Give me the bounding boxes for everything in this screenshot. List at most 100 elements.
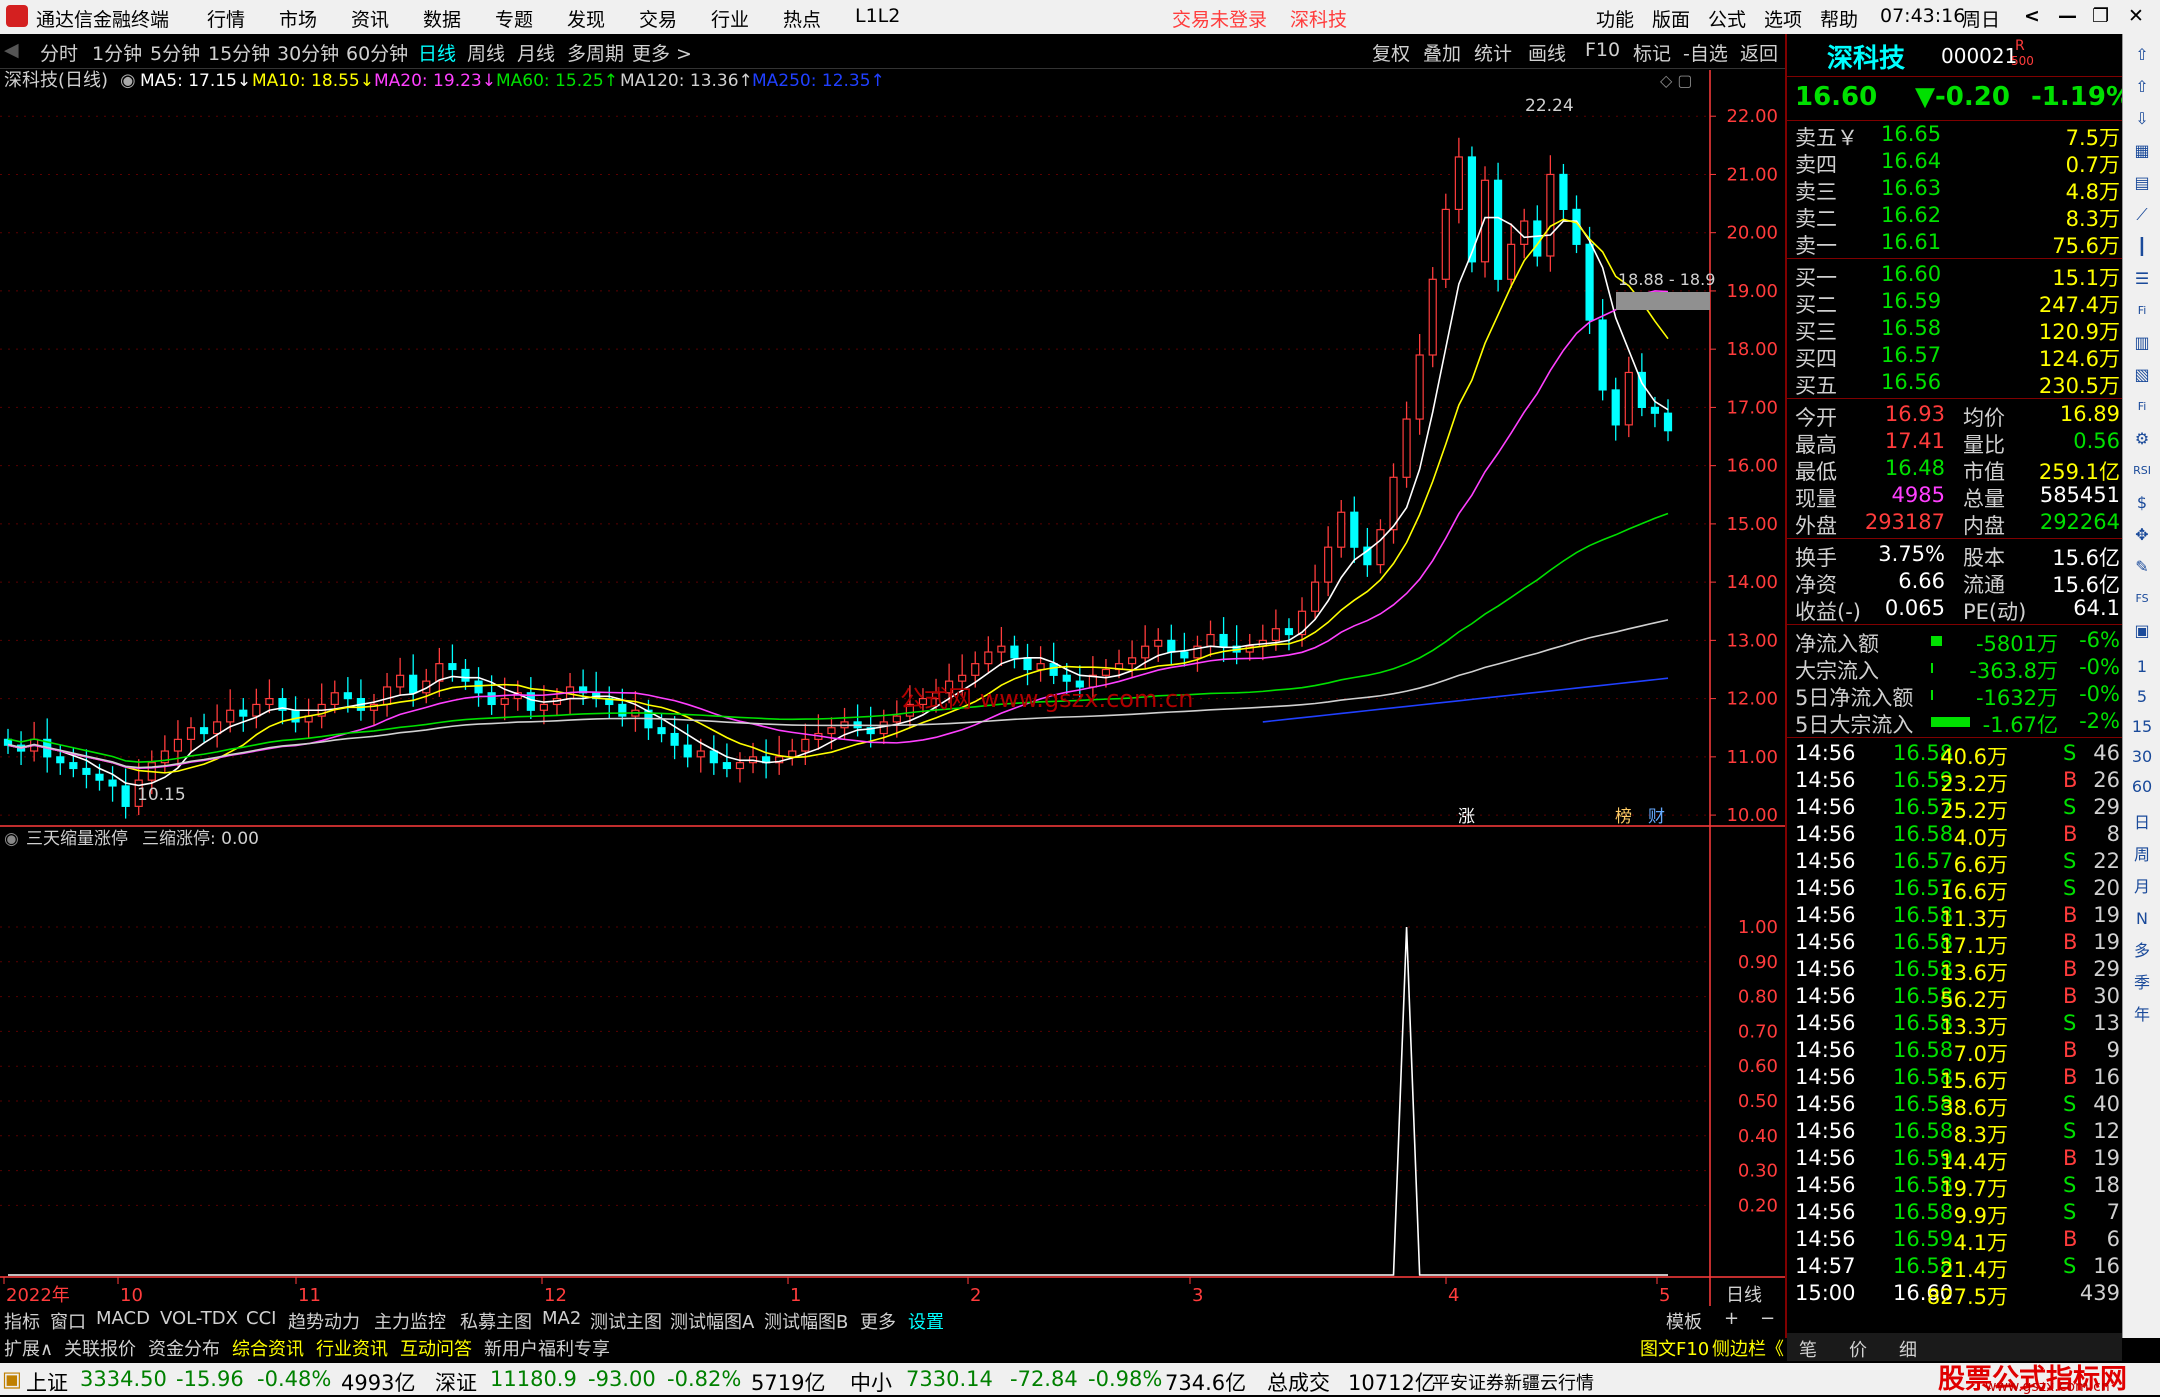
table-icon[interactable]: ▥ xyxy=(2129,330,2155,356)
fin-icon[interactable]: Fi xyxy=(2129,298,2155,324)
period-shortcut-button[interactable]: 季 xyxy=(2129,970,2155,996)
tool-f10[interactable]: F10 xyxy=(1585,39,1620,61)
back-icon[interactable]: < xyxy=(2024,5,2040,27)
side-panel-toggle[interactable]: 图文F10 xyxy=(1640,1335,1709,1361)
up-arrow-icon[interactable]: ⇧ xyxy=(2129,42,2155,68)
period-shortcut-button[interactable]: 年 xyxy=(2129,1002,2155,1028)
dollar-icon[interactable]: $ xyxy=(2129,490,2155,516)
bid-row[interactable]: 买一 16.60 15.1万 xyxy=(1795,262,2120,290)
indicator-tab[interactable]: MACD xyxy=(96,1308,150,1329)
down-outline-icon[interactable]: ⇩ xyxy=(2129,106,2155,132)
collapse-icon[interactable]: ◀ xyxy=(4,39,19,61)
ask-row[interactable]: 卖一 16.61 75.6万 xyxy=(1795,230,2120,258)
chart-settings-icon[interactable]: ◉ xyxy=(120,70,136,91)
template-control[interactable]: − xyxy=(1760,1308,1775,1329)
indicator-tab[interactable]: CCI xyxy=(246,1308,276,1329)
settings-icon[interactable]: ⚙ xyxy=(2129,426,2155,452)
period-1min[interactable]: 1分钟 xyxy=(92,39,142,66)
indicator-tab[interactable]: 指标 xyxy=(4,1308,40,1334)
menu-shichang[interactable]: 市场 xyxy=(279,5,317,32)
candle-icon[interactable]: ┃ xyxy=(2129,234,2155,260)
tool-zixuan[interactable]: -自选 xyxy=(1683,39,1728,66)
ask-row[interactable]: 卖三 16.63 4.8万 xyxy=(1795,176,2120,204)
tool-tongji[interactable]: 统计 xyxy=(1474,39,1512,66)
period-shortcut-button[interactable]: 日 xyxy=(2129,810,2155,836)
period-shortcut-button[interactable]: 周 xyxy=(2129,842,2155,868)
bid-row[interactable]: 买三 16.58 120.9万 xyxy=(1795,316,2120,344)
menu-l1l2[interactable]: L1L2 xyxy=(855,5,900,27)
indicator-tab[interactable]: 设置 xyxy=(908,1308,944,1334)
tool-biaoji[interactable]: 标记 xyxy=(1633,39,1671,66)
tool-fuquan[interactable]: 复权 xyxy=(1372,39,1410,66)
period-30min[interactable]: 30分钟 xyxy=(277,39,339,66)
side-panel-toggle[interactable]: 侧边栏《 xyxy=(1712,1335,1784,1361)
period-number-button[interactable]: 30 xyxy=(2129,744,2155,770)
template-control[interactable]: + xyxy=(1724,1308,1739,1329)
flag-zhang[interactable]: 涨 xyxy=(1458,807,1475,827)
menu-gongshi[interactable]: 公式 xyxy=(1708,5,1746,32)
period-monthly[interactable]: 月线 xyxy=(517,39,555,66)
fi-icon[interactable]: Fi xyxy=(2129,394,2155,420)
ask-row[interactable]: 卖二 16.62 8.3万 xyxy=(1795,203,2120,231)
period-number-button[interactable]: 60 xyxy=(2129,774,2155,800)
info-tab[interactable]: 资金分布 xyxy=(148,1335,220,1361)
info-tab[interactable]: 互动问答 xyxy=(400,1335,472,1361)
screen-icon[interactable]: ▣ xyxy=(2129,618,2155,644)
tool-fanhui[interactable]: 返回 xyxy=(1740,39,1778,66)
indicator-tab[interactable]: 测试主图 xyxy=(590,1308,662,1334)
indicator-settings-icon[interactable]: ◉ xyxy=(4,829,19,849)
period-number-button[interactable]: 15 xyxy=(2129,714,2155,740)
indicator-tab[interactable]: 主力监控 xyxy=(374,1308,446,1334)
indicator-tab[interactable]: 私募主图 xyxy=(460,1308,532,1334)
info-tab[interactable]: 新用户福利专享 xyxy=(484,1335,610,1361)
restore-icon[interactable]: ❐ xyxy=(2092,5,2109,27)
minimize-icon[interactable]: — xyxy=(2058,5,2077,27)
period-60min[interactable]: 60分钟 xyxy=(346,39,408,66)
period-shortcut-button[interactable]: N xyxy=(2129,906,2155,932)
doc-icon[interactable]: ▧ xyxy=(2129,362,2155,388)
quote-side-tab[interactable]: 笔 xyxy=(1799,1336,1817,1362)
period-shortcut-button[interactable]: 月 xyxy=(2129,874,2155,900)
indicator-tab[interactable]: 趋势动力 xyxy=(288,1308,360,1334)
grid-icon[interactable]: ▤ xyxy=(2129,170,2155,196)
indicator-tab[interactable]: VOL-TDX xyxy=(160,1308,238,1329)
period-weekly[interactable]: 周线 xyxy=(467,39,505,66)
period-number-button[interactable]: 1 xyxy=(2129,654,2155,680)
list-icon[interactable]: ☰ xyxy=(2129,266,2155,292)
menu-gongneng[interactable]: 功能 xyxy=(1596,5,1634,32)
bid-row[interactable]: 买二 16.59 247.4万 xyxy=(1795,289,2120,317)
fs-icon[interactable]: FS xyxy=(2129,586,2155,612)
indicator-tab[interactable]: 测试幅图B xyxy=(764,1308,848,1334)
calendar-icon[interactable]: ▦ xyxy=(2129,138,2155,164)
kline-chart[interactable]: 22.0021.0020.0019.0018.0017.0016.0015.00… xyxy=(0,70,1785,1318)
flow-row[interactable]: 大宗流入 -363.8万 -0% xyxy=(1795,655,2120,683)
menu-faxian[interactable]: 发现 xyxy=(567,5,605,32)
menu-shuju[interactable]: 数据 xyxy=(423,5,461,32)
info-tab[interactable]: 扩展∧ xyxy=(4,1335,53,1361)
indicator-tab[interactable]: 测试幅图A xyxy=(670,1308,754,1334)
menu-zhuanti[interactable]: 专题 xyxy=(495,5,533,32)
close-icon[interactable]: ✕ xyxy=(2128,5,2144,27)
flow-row[interactable]: 净流入额 -5801万 -6% xyxy=(1795,628,2120,656)
status-icon[interactable]: ▣ xyxy=(2,1367,22,1391)
menu-bangzhu[interactable]: 帮助 xyxy=(1820,5,1858,32)
info-tab[interactable]: 行业资讯 xyxy=(316,1335,388,1361)
flag-bang[interactable]: 榜 xyxy=(1615,807,1632,827)
info-tab[interactable]: 关联报价 xyxy=(64,1335,136,1361)
indicator-tab[interactable]: 窗口 xyxy=(50,1308,86,1334)
info-tab[interactable]: 综合资讯 xyxy=(232,1335,304,1361)
period-daily[interactable]: 日线 xyxy=(418,39,456,66)
indicator-tab[interactable]: MA2 xyxy=(542,1308,581,1329)
ask-row[interactable]: 卖五￥ 16.65 7.5万 xyxy=(1795,122,2120,150)
rsi-icon[interactable]: RSI xyxy=(2129,458,2155,484)
up-outline-icon[interactable]: ⇧ xyxy=(2129,74,2155,100)
line-chart-icon[interactable]: ⟋ xyxy=(2129,202,2155,228)
chart-option-icon[interactable]: ◇ ▢ xyxy=(1660,71,1693,90)
period-15min[interactable]: 15分钟 xyxy=(208,39,270,66)
period-fenshi[interactable]: 分时 xyxy=(40,39,78,66)
bid-row[interactable]: 买四 16.57 124.6万 xyxy=(1795,343,2120,371)
menu-redian[interactable]: 热点 xyxy=(783,5,821,32)
pen-icon[interactable]: ✎ xyxy=(2129,554,2155,580)
tool-huaxian[interactable]: 画线 xyxy=(1528,39,1566,66)
indicator-tab[interactable]: 更多 xyxy=(860,1308,896,1334)
